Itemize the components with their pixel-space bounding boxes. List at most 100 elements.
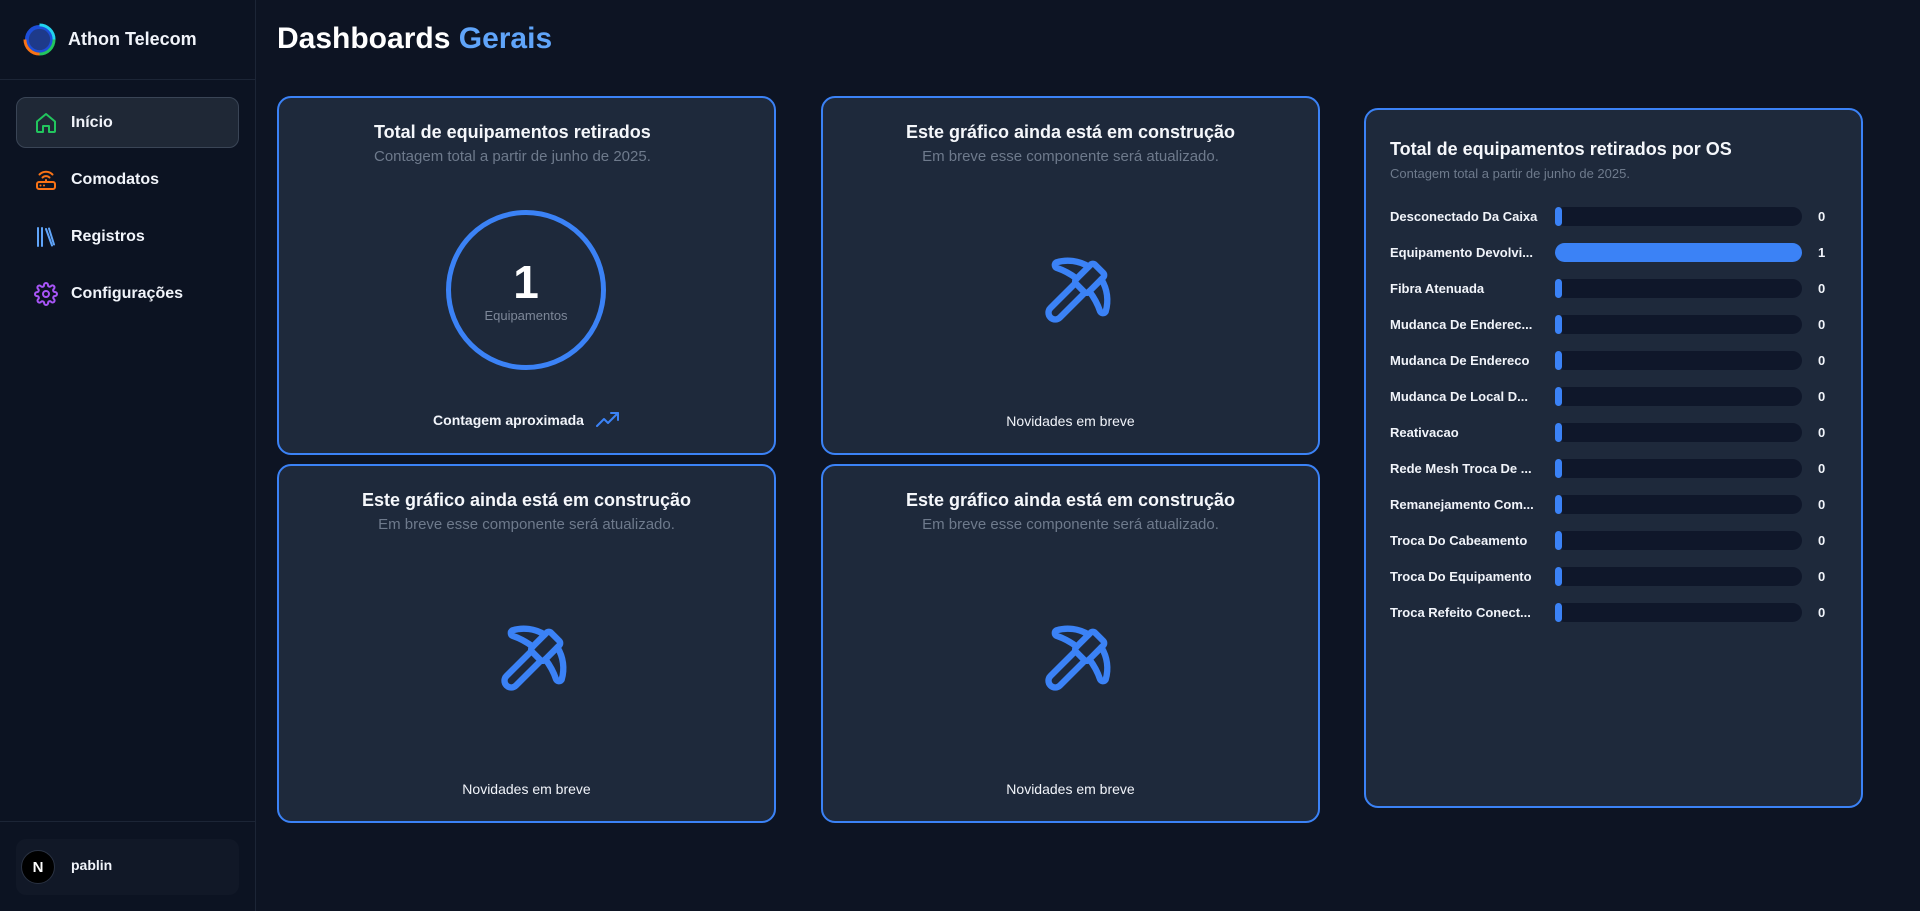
construction-card: Este gráfico ainda está em construção Em… [821, 464, 1320, 823]
bar-value-label: 0 [1818, 532, 1826, 548]
gear-icon [33, 281, 59, 307]
bar-value-label: 0 [1818, 568, 1826, 584]
card-footer: Novidades em breve [1006, 781, 1135, 797]
bar-row: Troca Refeito Conect... 0 [1390, 602, 1840, 622]
page-title: Dashboards Gerais [277, 22, 552, 56]
sidebar-item-configuracoes[interactable]: Configurações [16, 268, 239, 319]
sidebar-item-label: Configurações [71, 284, 184, 302]
brand-name: Athon Telecom [68, 29, 197, 49]
sidebar: Athon Telecom Início Comodatos Registros… [0, 0, 256, 911]
total-value-label: Equipamentos [484, 307, 568, 323]
bar [1555, 206, 1562, 226]
sidebar-item-label: Comodatos [71, 170, 159, 188]
sidebar-item-registros[interactable]: Registros [16, 211, 239, 262]
bar [1555, 530, 1562, 550]
bar [1555, 566, 1562, 586]
bar [1555, 386, 1562, 406]
bar [1555, 458, 1562, 478]
library-icon [33, 224, 59, 250]
total-value: 1 [513, 255, 539, 308]
sidebar-item-label: Início [71, 113, 113, 131]
bar-track [1555, 530, 1802, 550]
bar-track [1555, 278, 1802, 298]
bar-row: Equipamento Devolvi... 1 [1390, 242, 1840, 262]
bar-label: Rede Mesh Troca De ... [1390, 460, 1532, 476]
bar-label: Fibra Atenuada [1390, 280, 1485, 296]
bar-row: Mudanca De Local D... 0 [1390, 386, 1840, 406]
bar-label: Troca Refeito Conect... [1390, 604, 1531, 620]
bar-track [1555, 350, 1802, 370]
bar-label: Reativacao [1390, 424, 1459, 440]
card-title: Total de equipamentos retirados [374, 122, 651, 142]
avatar: N [21, 850, 55, 884]
card-subtitle: Contagem total a partir de junho de 2025… [374, 148, 651, 165]
bar [1555, 494, 1562, 514]
card-footer: Novidades em breve [462, 781, 591, 797]
router-icon [33, 167, 59, 193]
bar-row: Reativacao 0 [1390, 422, 1840, 442]
pickaxe-icon [501, 625, 567, 691]
card-title: Este gráfico ainda está em construção [361, 490, 692, 510]
bar [1555, 602, 1562, 622]
brand-logo-icon [23, 23, 56, 56]
sidebar-item-comodatos[interactable]: Comodatos [16, 154, 239, 205]
total-ring: 1 Equipamentos [446, 210, 606, 370]
user-name: pablin [71, 857, 113, 873]
sidebar-nav: Início Comodatos Registros Configurações [0, 80, 255, 319]
bar-row: Fibra Atenuada 0 [1390, 278, 1840, 298]
brand[interactable]: Athon Telecom [0, 0, 255, 80]
sidebar-item-inicio[interactable]: Início [16, 97, 239, 148]
chart-title: Total de equipamentos retirados por OS [1390, 139, 1732, 159]
equipment-by-os-chart: Total de equipamentos retirados por OS C… [1364, 108, 1863, 808]
bar-value-label: 0 [1818, 352, 1826, 368]
chart-subtitle: Contagem total a partir de junho de 2025… [1390, 166, 1630, 181]
bar [1555, 314, 1562, 334]
card-subtitle: Em breve esse componente será atualizado… [922, 148, 1219, 165]
bar-label: Troca Do Equipamento [1390, 568, 1532, 584]
bar-row: Troca Do Cabeamento 0 [1390, 530, 1840, 550]
construction-card: Este gráfico ainda está em construção Em… [821, 96, 1320, 455]
bar-row: Mudanca De Enderec... 0 [1390, 314, 1840, 334]
bar-track [1555, 602, 1802, 622]
bar [1555, 350, 1562, 370]
bar-value-label: 0 [1818, 208, 1826, 224]
card-subtitle: Em breve esse componente será atualizado… [922, 516, 1219, 533]
sidebar-footer: N pablin [0, 821, 255, 911]
construction-card: Este gráfico ainda está em construção Em… [277, 464, 776, 823]
trending-up-icon [595, 412, 619, 427]
bar-value-label: 0 [1818, 316, 1826, 332]
card-footer: Novidades em breve [1006, 413, 1135, 429]
sidebar-item-label: Registros [71, 227, 145, 245]
bar-value-label: 0 [1818, 424, 1826, 440]
bar-row: Troca Do Equipamento 0 [1390, 566, 1840, 586]
bar-value-label: 1 [1818, 244, 1826, 260]
user-menu[interactable]: N pablin [16, 839, 239, 895]
bar-value-label: 0 [1818, 604, 1826, 620]
card-subtitle: Em breve esse componente será atualizado… [378, 516, 675, 533]
bar-label: Troca Do Cabeamento [1390, 532, 1528, 548]
bar-value-label: 0 [1818, 280, 1826, 296]
bar [1555, 278, 1562, 298]
bar-label: Remanejamento Com... [1390, 496, 1534, 512]
total-equipment-card: Total de equipamentos retirados Contagem… [277, 96, 776, 455]
bar-value-label: 0 [1818, 496, 1826, 512]
bar-value-label: 0 [1818, 460, 1826, 476]
pickaxe-icon [1045, 257, 1111, 323]
bar-row: Remanejamento Com... 0 [1390, 494, 1840, 514]
bar-track [1555, 242, 1802, 262]
bar-label: Desconectado Da Caixa [1390, 208, 1538, 224]
bar-track [1555, 314, 1802, 334]
bar-track [1555, 566, 1802, 586]
page-title-accent: Gerais [458, 22, 553, 55]
card-title: Este gráfico ainda está em construção [905, 122, 1236, 142]
page-title-main: Dashboards [277, 22, 451, 55]
bar-value-label: 0 [1818, 388, 1826, 404]
bar-track [1555, 386, 1802, 406]
bar-label: Mudanca De Endereco [1390, 352, 1530, 368]
card-footer: Contagem aproximada [279, 411, 774, 429]
bar-track [1555, 422, 1802, 442]
bar-row: Rede Mesh Troca De ... 0 [1390, 458, 1840, 478]
bar-track [1555, 458, 1802, 478]
pickaxe-icon [1045, 625, 1111, 691]
bar-row: Desconectado Da Caixa 0 [1390, 206, 1840, 226]
